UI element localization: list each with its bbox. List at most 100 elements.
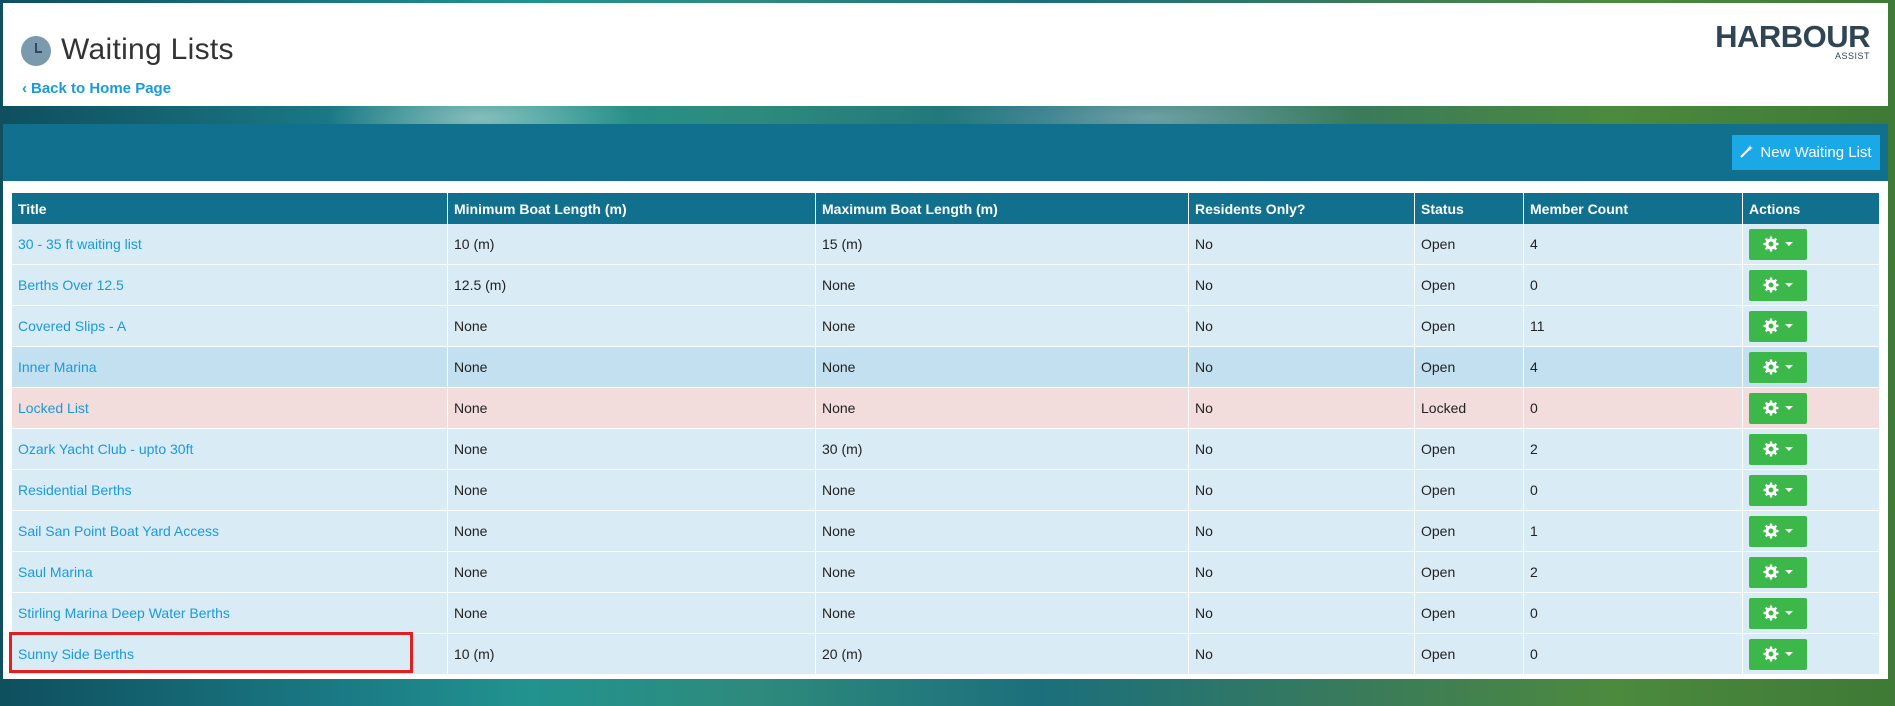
new-waiting-list-button[interactable]: New Waiting List — [1732, 135, 1880, 170]
column-header-max-length: Maximum Boat Length (m) — [815, 193, 1189, 224]
cell-min-length: 10 (m) — [447, 224, 816, 265]
column-header-member-count: Member Count — [1523, 193, 1743, 224]
cell-max-length: None — [815, 551, 1189, 593]
cell-min-length: None — [447, 510, 816, 552]
cell-residents-only: No — [1188, 305, 1415, 347]
gear-icon — [1763, 441, 1779, 457]
gear-icon — [1763, 359, 1779, 375]
actions-dropdown-button[interactable] — [1749, 269, 1807, 301]
cell-title: Locked List — [12, 387, 448, 429]
waiting-list-title-link[interactable]: Saul Marina — [18, 564, 93, 580]
cell-member-count: 1 — [1523, 510, 1743, 552]
cell-member-count: 0 — [1523, 592, 1743, 634]
cell-max-length: None — [815, 305, 1189, 347]
table-row: Sail San Point Boat Yard Access None None N… — [12, 510, 1880, 552]
cell-member-count: 4 — [1523, 346, 1743, 388]
cell-status: Open — [1414, 469, 1524, 511]
cell-min-length: None — [447, 428, 816, 470]
column-header-status: Status — [1414, 193, 1524, 224]
cell-residents-only: No — [1188, 224, 1415, 265]
back-to-home-link[interactable]: ‹ Back to Home Page — [22, 80, 171, 97]
cell-max-length: None — [815, 264, 1189, 306]
cell-actions — [1742, 551, 1880, 593]
cell-status: Open — [1414, 224, 1524, 265]
cell-max-length: 30 (m) — [815, 428, 1189, 470]
actions-dropdown-button[interactable] — [1749, 474, 1807, 506]
caret-down-icon — [1785, 242, 1793, 246]
caret-down-icon — [1785, 488, 1793, 492]
cell-member-count: 2 — [1523, 428, 1743, 470]
cell-title: Berths Over 12.5 — [12, 264, 448, 306]
cell-title: Residential Berths — [12, 469, 448, 511]
cell-member-count: 2 — [1523, 551, 1743, 593]
waiting-list-title-link[interactable]: Berths Over 12.5 — [18, 277, 124, 293]
cell-residents-only: No — [1188, 264, 1415, 306]
table-row: Stirling Marina Deep Water Berths None Non… — [12, 592, 1880, 634]
gear-icon — [1763, 564, 1779, 580]
cell-residents-only: No — [1188, 428, 1415, 470]
cell-min-length: 12.5 (m) — [447, 264, 816, 306]
table-row: Residential Berths None None No Open 0 — [12, 469, 1880, 511]
cell-min-length: None — [447, 469, 816, 511]
page-header: Waiting Lists ‹ Back to Home Page HARBOUR… — [3, 3, 1888, 106]
caret-down-icon — [1785, 611, 1793, 615]
cell-member-count: 0 — [1523, 264, 1743, 306]
cell-status: Open — [1414, 346, 1524, 388]
column-header-actions: Actions — [1742, 193, 1880, 224]
column-header-min-length: Minimum Boat Length (m) — [447, 193, 816, 224]
gear-icon — [1763, 605, 1779, 621]
waiting-list-title-link[interactable]: Locked List — [18, 400, 89, 416]
gear-icon — [1763, 482, 1779, 498]
cell-residents-only: No — [1188, 510, 1415, 552]
caret-down-icon — [1785, 406, 1793, 410]
cell-actions — [1742, 305, 1880, 347]
table-row: Covered Slips - A None None No Open 11 — [12, 305, 1880, 347]
cell-min-length: None — [447, 551, 816, 593]
actions-dropdown-button[interactable] — [1749, 597, 1807, 629]
cell-actions — [1742, 469, 1880, 511]
caret-down-icon — [1785, 570, 1793, 574]
cell-residents-only: No — [1188, 633, 1415, 675]
actions-dropdown-button[interactable] — [1749, 228, 1807, 260]
cell-member-count: 0 — [1523, 633, 1743, 675]
waiting-lists-table: Title Minimum Boat Length (m) Maximum Bo… — [12, 193, 1880, 675]
waiting-list-title-link[interactable]: Inner Marina — [18, 359, 97, 375]
cell-max-length: None — [815, 346, 1189, 388]
waiting-list-title-link[interactable]: Covered Slips - A — [18, 318, 126, 334]
gear-icon — [1763, 523, 1779, 539]
waiting-list-title-link[interactable]: Stirling Marina Deep Water Berths — [18, 605, 230, 621]
caret-down-icon — [1785, 529, 1793, 533]
actions-dropdown-button[interactable] — [1749, 556, 1807, 588]
table-row: 30 - 35 ft waiting list 10 (m) 15 (m) No Ope… — [12, 224, 1880, 265]
cell-member-count: 0 — [1523, 469, 1743, 511]
waiting-list-title-link[interactable]: Residential Berths — [18, 482, 132, 498]
actions-dropdown-button[interactable] — [1749, 351, 1807, 383]
cell-actions — [1742, 592, 1880, 634]
cell-status: Open — [1414, 264, 1524, 306]
cell-min-length: None — [447, 592, 816, 634]
gear-icon — [1763, 236, 1779, 252]
cell-title: Covered Slips - A — [12, 305, 448, 347]
cell-member-count: 0 — [1523, 387, 1743, 429]
actions-dropdown-button[interactable] — [1749, 392, 1807, 424]
cell-member-count: 4 — [1523, 224, 1743, 265]
cell-status: Open — [1414, 592, 1524, 634]
cell-min-length: 10 (m) — [447, 633, 816, 675]
actions-dropdown-button[interactable] — [1749, 433, 1807, 465]
table-row: Berths Over 12.5 12.5 (m) None No Open 0 — [12, 264, 1880, 306]
actions-dropdown-button[interactable] — [1749, 310, 1807, 342]
waiting-list-title-link[interactable]: 30 - 35 ft waiting list — [18, 236, 142, 252]
gear-icon — [1763, 277, 1779, 293]
table-row: Ozark Yacht Club - upto 30ft None 30 (m) No… — [12, 428, 1880, 470]
cell-title: Stirling Marina Deep Water Berths — [12, 592, 448, 634]
panel-header: New Waiting List — [3, 124, 1888, 181]
selection-highlight — [9, 632, 413, 673]
table-row: Saul Marina None None No Open 2 — [12, 551, 1880, 593]
waiting-list-title-link[interactable]: Sail San Point Boat Yard Access — [18, 523, 219, 539]
actions-dropdown-button[interactable] — [1749, 638, 1807, 670]
cell-max-length: None — [815, 592, 1189, 634]
waiting-list-title-link[interactable]: Ozark Yacht Club - upto 30ft — [18, 441, 193, 457]
actions-dropdown-button[interactable] — [1749, 515, 1807, 547]
gear-icon — [1763, 646, 1779, 662]
back-link-label: Back to Home Page — [31, 80, 172, 97]
